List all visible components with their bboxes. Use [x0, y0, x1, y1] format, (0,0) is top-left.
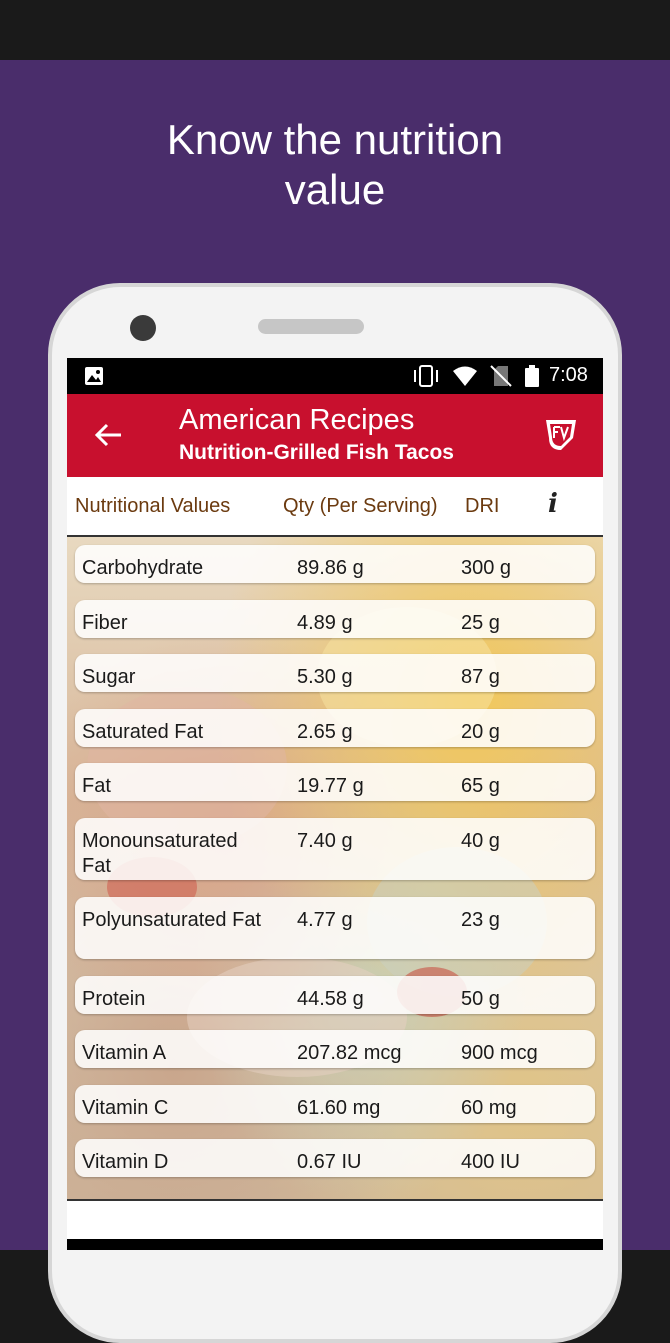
- row-dri: 60 mg: [461, 1097, 517, 1119]
- promo-headline-line-2: value: [284, 166, 386, 213]
- row-dri: 900 mcg: [461, 1042, 538, 1064]
- header-qty: Qty (Per Serving): [283, 495, 438, 517]
- app-bar: American Recipes Nutrition-Grilled Fish …: [67, 394, 603, 477]
- table-row: Sugar 5.30 g 87 g: [75, 654, 595, 692]
- row-name: Vitamin A: [82, 1042, 167, 1064]
- row-dri: 25 g: [461, 612, 500, 634]
- row-dri: 23 g: [461, 909, 500, 931]
- page-subtitle: Nutrition-Grilled Fish Tacos: [179, 441, 454, 464]
- row-name: Protein: [82, 988, 146, 1010]
- table-row: Fat 19.77 g 65 g: [75, 763, 595, 801]
- image-icon: [85, 367, 103, 385]
- row-qty: 44.58 g: [297, 988, 364, 1010]
- row-name: Sugar: [82, 666, 136, 688]
- phone-screen: 7:08 American Recipes Nutrition-Grilled …: [67, 358, 603, 1250]
- wifi-icon: [453, 366, 477, 386]
- screen-bottom-area: [67, 1199, 603, 1239]
- row-qty: 19.77 g: [297, 775, 364, 797]
- app-title: American Recipes: [179, 404, 415, 436]
- row-dri: 87 g: [461, 666, 500, 688]
- vibrate-icon: [414, 365, 438, 387]
- row-qty: 7.40 g: [297, 830, 353, 852]
- row-name: Carbohydrate: [82, 557, 204, 579]
- row-qty: 61.60 mg: [297, 1097, 381, 1119]
- row-qty: 2.65 g: [297, 721, 353, 743]
- table-header: Nutritional Values Qty (Per Serving) DRI…: [67, 477, 603, 537]
- row-name: Saturated Fat: [82, 721, 204, 743]
- status-bar: 7:08: [67, 358, 603, 394]
- row-dri: 300 g: [461, 557, 512, 579]
- row-qty: 4.89 g: [297, 612, 353, 634]
- header-dri: DRI: [465, 495, 500, 517]
- row-qty: 4.77 g: [297, 909, 353, 931]
- promo-headline-line-1: Know the nutrition: [166, 116, 504, 163]
- row-name: Vitamin C: [82, 1097, 169, 1119]
- row-dri: 40 g: [461, 830, 500, 852]
- promo-headline: Know the nutrition value: [0, 115, 670, 215]
- row-name: Monounsaturated Fat: [82, 830, 238, 877]
- row-dri: 20 g: [461, 721, 500, 743]
- row-name: Fat: [82, 775, 111, 797]
- table-row: Vitamin C 61.60 mg 60 mg: [75, 1085, 595, 1123]
- row-dri: 50 g: [461, 988, 500, 1010]
- phone-speaker: [258, 319, 364, 334]
- row-dri: 400 IU: [461, 1151, 520, 1173]
- table-row: Fiber 4.89 g 25 g: [75, 600, 595, 638]
- table-row: Polyunsaturated Fat 4.77 g 23 g: [75, 897, 595, 959]
- row-name: Vitamin D: [82, 1151, 169, 1173]
- navigation-bar: [67, 1239, 603, 1250]
- status-time: 7:08: [549, 364, 588, 386]
- top-black-band: [0, 0, 670, 60]
- nutrition-list[interactable]: Carbohydrate 89.86 g 300 g Fiber 4.89 g …: [67, 537, 603, 1199]
- fv-logo-icon[interactable]: [543, 416, 579, 452]
- row-name: Fiber: [82, 612, 128, 634]
- row-qty: 89.86 g: [297, 557, 364, 579]
- row-dri: 65 g: [461, 775, 500, 797]
- info-icon[interactable]: i: [543, 489, 563, 521]
- row-qty: 5.30 g: [297, 666, 353, 688]
- row-name: Polyunsaturated Fat: [82, 909, 261, 931]
- phone-camera: [130, 315, 156, 341]
- no-sim-icon: [490, 365, 512, 387]
- table-row: Vitamin D 0.67 IU 400 IU: [75, 1139, 595, 1177]
- table-row: Protein 44.58 g 50 g: [75, 976, 595, 1014]
- table-row: Carbohydrate 89.86 g 300 g: [75, 545, 595, 583]
- row-qty: 0.67 IU: [297, 1151, 362, 1173]
- table-row: Vitamin A 207.82 mcg 900 mcg: [75, 1030, 595, 1068]
- table-row: Saturated Fat 2.65 g 20 g: [75, 709, 595, 747]
- arrow-left-icon[interactable]: [91, 418, 125, 452]
- battery-icon: [525, 365, 539, 387]
- system-icons: [412, 365, 540, 387]
- table-row: Monounsaturated Fat 7.40 g 40 g: [75, 818, 595, 880]
- header-nutritional-values: Nutritional Values: [75, 495, 231, 517]
- row-qty: 207.82 mcg: [297, 1042, 402, 1064]
